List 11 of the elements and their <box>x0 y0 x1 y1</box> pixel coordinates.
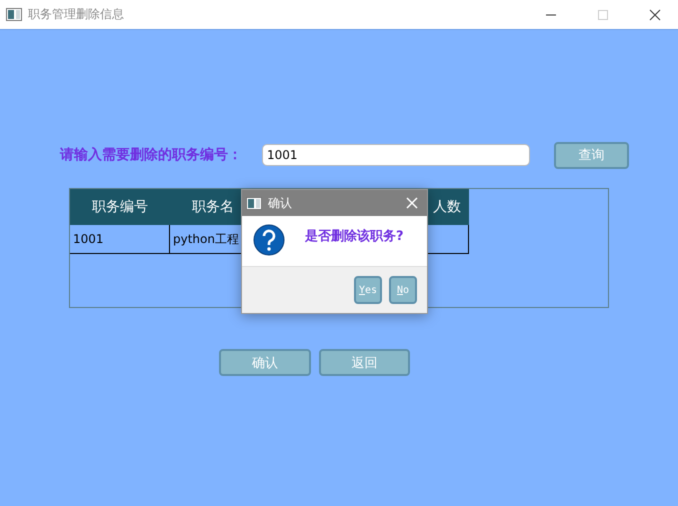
column-header: 职务编号 <box>70 189 170 225</box>
confirm-button[interactable]: 确认 <box>219 349 311 376</box>
search-button[interactable]: 查询 <box>554 142 629 168</box>
no-button[interactable]: No <box>389 276 417 304</box>
table-cell: 1001 <box>70 225 170 254</box>
search-label: 请输入需要删除的职务编号： <box>60 146 243 164</box>
yes-button[interactable]: Yes <box>354 276 382 304</box>
window-title: 职务管理删除信息 <box>28 6 125 23</box>
back-button[interactable]: 返回 <box>319 349 410 376</box>
input-field[interactable]: 1001 <box>262 144 530 166</box>
dialog-title: 确认 <box>268 194 293 212</box>
